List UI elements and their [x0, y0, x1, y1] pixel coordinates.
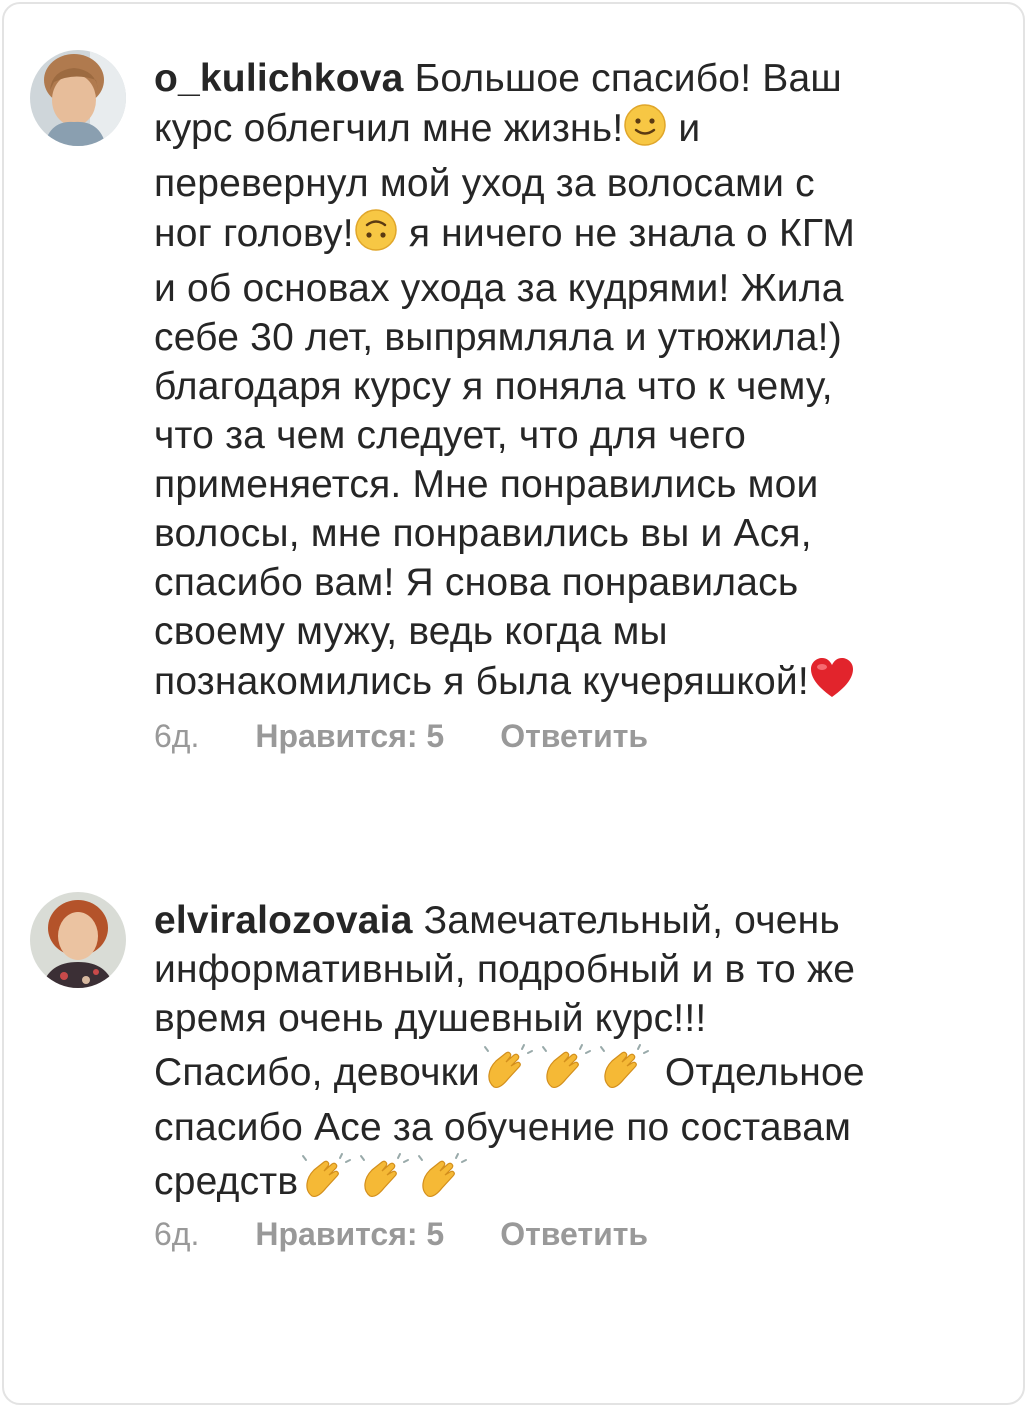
- clapping-hands-icon: [538, 1043, 596, 1103]
- comment-line: Спасибо, девочки: [154, 1051, 480, 1094]
- comment-timestamp: 6д.: [154, 1216, 200, 1252]
- comment-line: себе 30 лет, выпрямляла и утюжила!): [154, 316, 842, 359]
- red-heart-icon: [809, 656, 855, 712]
- clapping-hands-icon: [480, 1043, 538, 1103]
- comment-meta: 6д. Нравится: 5 Ответить: [154, 1216, 648, 1253]
- username[interactable]: o_kulichkova: [154, 57, 404, 100]
- upside-down-face-icon: [354, 208, 398, 264]
- slightly-smiling-face-icon: [623, 103, 667, 159]
- comment-line: благодаря курсу я поняла что к чему,: [154, 365, 833, 408]
- comment-line: Замечательный, очень: [423, 899, 840, 942]
- comment-line: познакомились я была кучеряшкой!: [154, 660, 809, 703]
- comment-line: и об основах ухода за кудрями! Жила: [154, 267, 844, 310]
- comments-card: o_kulichkova Большое спасибо! Ваш курс о…: [2, 2, 1025, 1405]
- comment-text: elviralozovaia Замечательный, очень инфо…: [154, 896, 984, 1212]
- comment-text: o_kulichkova Большое спасибо! Ваш курс о…: [154, 54, 984, 712]
- username[interactable]: elviralozovaia: [154, 899, 413, 942]
- likes-count-link[interactable]: Нравится: 5: [255, 1216, 444, 1253]
- comment-line: курс облегчил мне жизнь!: [154, 107, 624, 150]
- reply-button[interactable]: Ответить: [500, 1216, 648, 1253]
- comment-line: применяется. Мне понравились мои: [154, 463, 819, 506]
- comment-line: что за чем следует, что для чего: [154, 414, 747, 457]
- comment-line: время очень душевный курс!!!: [154, 997, 707, 1040]
- clapping-hands-icon: [414, 1152, 472, 1212]
- avatar[interactable]: [30, 892, 126, 988]
- comment-line: своему мужу, ведь когда мы: [154, 610, 668, 653]
- comment-line: я ничего не знала о КГМ: [397, 212, 856, 255]
- comment-line: и: [667, 107, 701, 150]
- comment-line: ног голову!: [154, 212, 354, 255]
- likes-count-link[interactable]: Нравится: 5: [255, 718, 444, 755]
- comment-meta: 6д. Нравится: 5 Ответить: [154, 718, 648, 755]
- comment-line: волосы, мне понравились вы и Ася,: [154, 512, 812, 555]
- avatar[interactable]: [30, 50, 126, 146]
- comment-line: Отдельное: [653, 1051, 865, 1094]
- comment-line: информативный, подробный и в то же: [154, 948, 856, 991]
- clapping-hands-icon: [298, 1152, 356, 1212]
- comment-line: спасибо Асе за обучение по составам: [154, 1106, 852, 1149]
- comment-line: средств: [154, 1160, 299, 1203]
- clapping-hands-icon: [596, 1043, 654, 1103]
- comment-line: спасибо вам! Я снова понравилась: [154, 561, 799, 604]
- comment-timestamp: 6д.: [154, 718, 200, 754]
- comment-line: перевернул мой уход за волосами с: [154, 162, 815, 205]
- comment-line: Большое спасибо! Ваш: [414, 57, 842, 100]
- clapping-hands-icon: [356, 1152, 414, 1212]
- reply-button[interactable]: Ответить: [500, 718, 648, 755]
